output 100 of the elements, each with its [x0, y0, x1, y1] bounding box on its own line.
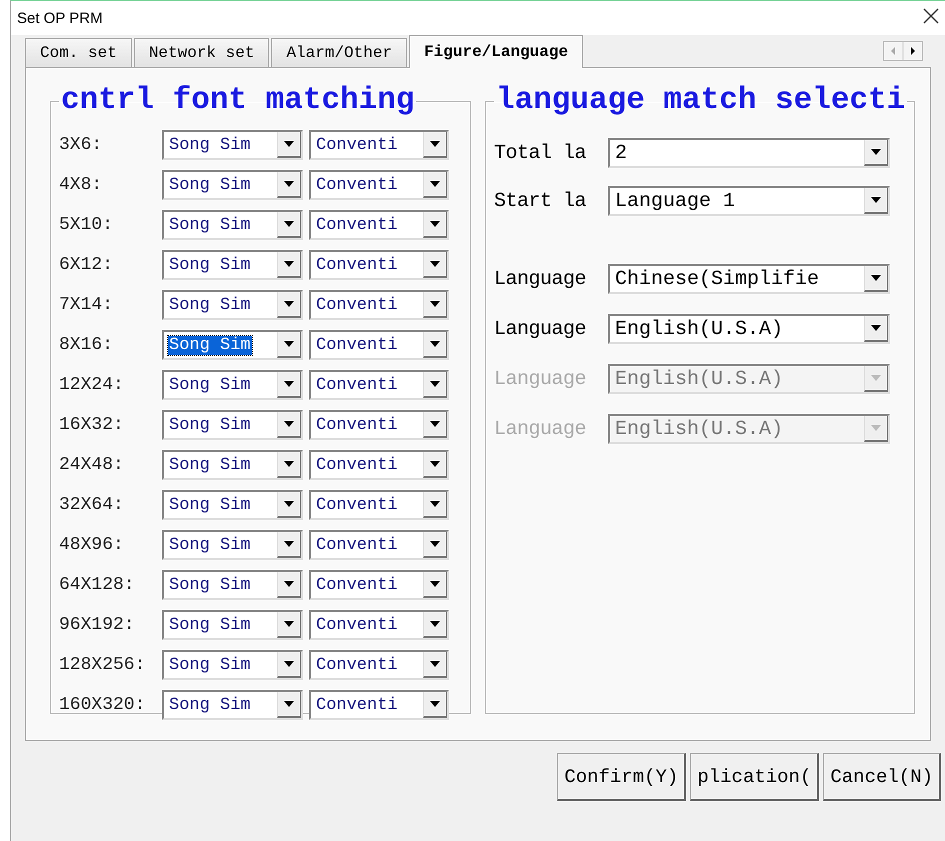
dropdown[interactable]: Chinese(Simplifie — [608, 264, 890, 294]
caret-icon — [430, 421, 440, 427]
size-label: 96X192: — [59, 615, 136, 635]
dropdown[interactable]: Conventi — [309, 130, 449, 160]
caret-icon — [284, 301, 294, 307]
window-title: Set OP PRM — [17, 10, 103, 26]
dropdown[interactable]: Song Sim — [162, 410, 303, 440]
dropdown[interactable]: Conventi — [309, 210, 449, 240]
dropdown[interactable]: Conventi — [309, 570, 449, 600]
caret-icon — [430, 301, 440, 307]
dropdown[interactable]: Conventi — [309, 170, 449, 200]
caret-icon — [871, 425, 881, 431]
dropdown[interactable]: Song Sim — [162, 530, 303, 560]
dropdown[interactable]: Song Sim — [162, 690, 303, 720]
dropdown[interactable]: Song Sim — [162, 370, 303, 400]
size-label: 3X6: — [59, 135, 104, 155]
dialog-button[interactable]: Confirm(Y) — [557, 753, 686, 801]
dropdown[interactable]: Song Sim — [162, 330, 303, 360]
language-label: Language — [494, 318, 588, 340]
dropdown[interactable]: Song Sim — [162, 610, 303, 640]
caret-icon — [430, 341, 440, 347]
size-label: 64X128: — [59, 575, 136, 595]
close-icon[interactable] — [923, 8, 939, 24]
caret-icon — [430, 501, 440, 507]
dialog-button[interactable]: plication( — [690, 753, 820, 801]
caret-icon — [284, 341, 294, 347]
dropdown[interactable]: Song Sim — [162, 490, 303, 520]
caret-icon — [871, 197, 881, 203]
caret-icon — [430, 701, 440, 707]
dropdown[interactable]: Song Sim — [162, 450, 303, 480]
dropdown[interactable]: Song Sim — [162, 570, 303, 600]
caret-icon — [430, 261, 440, 267]
caret-icon — [284, 701, 294, 707]
caret-icon — [284, 581, 294, 587]
dropdown[interactable]: Song Sim — [162, 650, 303, 680]
dropdown[interactable]: Conventi — [309, 690, 449, 720]
dropdown[interactable]: 2 — [608, 138, 890, 168]
tab[interactable]: Com. set — [25, 38, 132, 67]
tab[interactable]: Network set — [134, 38, 270, 67]
caret-icon — [871, 375, 881, 381]
caret-icon — [871, 149, 881, 155]
dropdown[interactable]: Conventi — [309, 250, 449, 280]
caret-icon — [284, 661, 294, 667]
dropdown[interactable]: Conventi — [309, 330, 449, 360]
caret-icon — [430, 581, 440, 587]
size-label: 6X12: — [59, 255, 114, 275]
caret-icon — [284, 501, 294, 507]
caret-icon — [284, 461, 294, 467]
size-label: 12X24: — [59, 375, 125, 395]
dropdown[interactable]: Conventi — [309, 530, 449, 560]
group-title: language match selecti — [495, 86, 906, 116]
caret-icon — [284, 541, 294, 547]
dropdown[interactable]: Song Sim — [162, 250, 303, 280]
group-title: cntrl font matching — [60, 86, 416, 116]
tab[interactable]: Figure/Language — [409, 35, 584, 68]
caret-icon — [430, 141, 440, 147]
dropdown[interactable]: Conventi — [309, 450, 449, 480]
caret-icon — [430, 221, 440, 227]
dropdown[interactable]: Conventi — [309, 290, 449, 320]
tab-scroll-arrows-icon[interactable] — [883, 40, 923, 60]
tab[interactable]: Alarm/Other — [271, 38, 408, 67]
caret-icon — [284, 221, 294, 227]
dialog-button[interactable]: Cancel(N) — [823, 753, 941, 801]
dropdown[interactable]: Song Sim — [162, 290, 303, 320]
size-label: 160X320: — [59, 695, 146, 715]
caret-icon — [871, 275, 881, 281]
size-label: 16X32: — [59, 415, 125, 435]
dropdown[interactable]: Conventi — [309, 490, 449, 520]
caret-icon — [284, 421, 294, 427]
caret-icon — [284, 621, 294, 627]
size-label: 8X16: — [59, 335, 114, 355]
size-label: 7X14: — [59, 295, 114, 315]
dropdown[interactable]: Conventi — [309, 410, 449, 440]
caret-icon — [284, 261, 294, 267]
dropdown[interactable]: Song Sim — [162, 170, 303, 200]
language-label: Language — [494, 268, 588, 290]
dropdown[interactable]: Conventi — [309, 650, 449, 680]
size-label: 32X64: — [59, 495, 125, 515]
caret-icon — [430, 621, 440, 627]
dropdown[interactable]: Language 1 — [608, 186, 890, 216]
dropdown[interactable]: English(U.S.A) — [608, 314, 890, 344]
caret-icon — [284, 141, 294, 147]
caret-icon — [430, 181, 440, 187]
size-label: 4X8: — [59, 175, 104, 195]
size-label: 128X256: — [59, 655, 146, 675]
caret-icon — [430, 661, 440, 667]
language-label: Language — [494, 418, 588, 440]
size-label: 48X96: — [59, 535, 125, 555]
dropdown[interactable]: Conventi — [309, 370, 449, 400]
dropdown[interactable]: Conventi — [309, 610, 449, 640]
caret-icon — [430, 461, 440, 467]
language-label: Language — [494, 368, 588, 390]
field-label: Total la — [494, 142, 588, 164]
caret-icon — [430, 381, 440, 387]
caret-icon — [430, 541, 440, 547]
size-label: 5X10: — [59, 215, 114, 235]
dropdown[interactable]: Song Sim — [162, 130, 303, 160]
dropdown[interactable]: Song Sim — [162, 210, 303, 240]
size-label: 24X48: — [59, 455, 125, 475]
field-label: Start la — [494, 190, 588, 212]
